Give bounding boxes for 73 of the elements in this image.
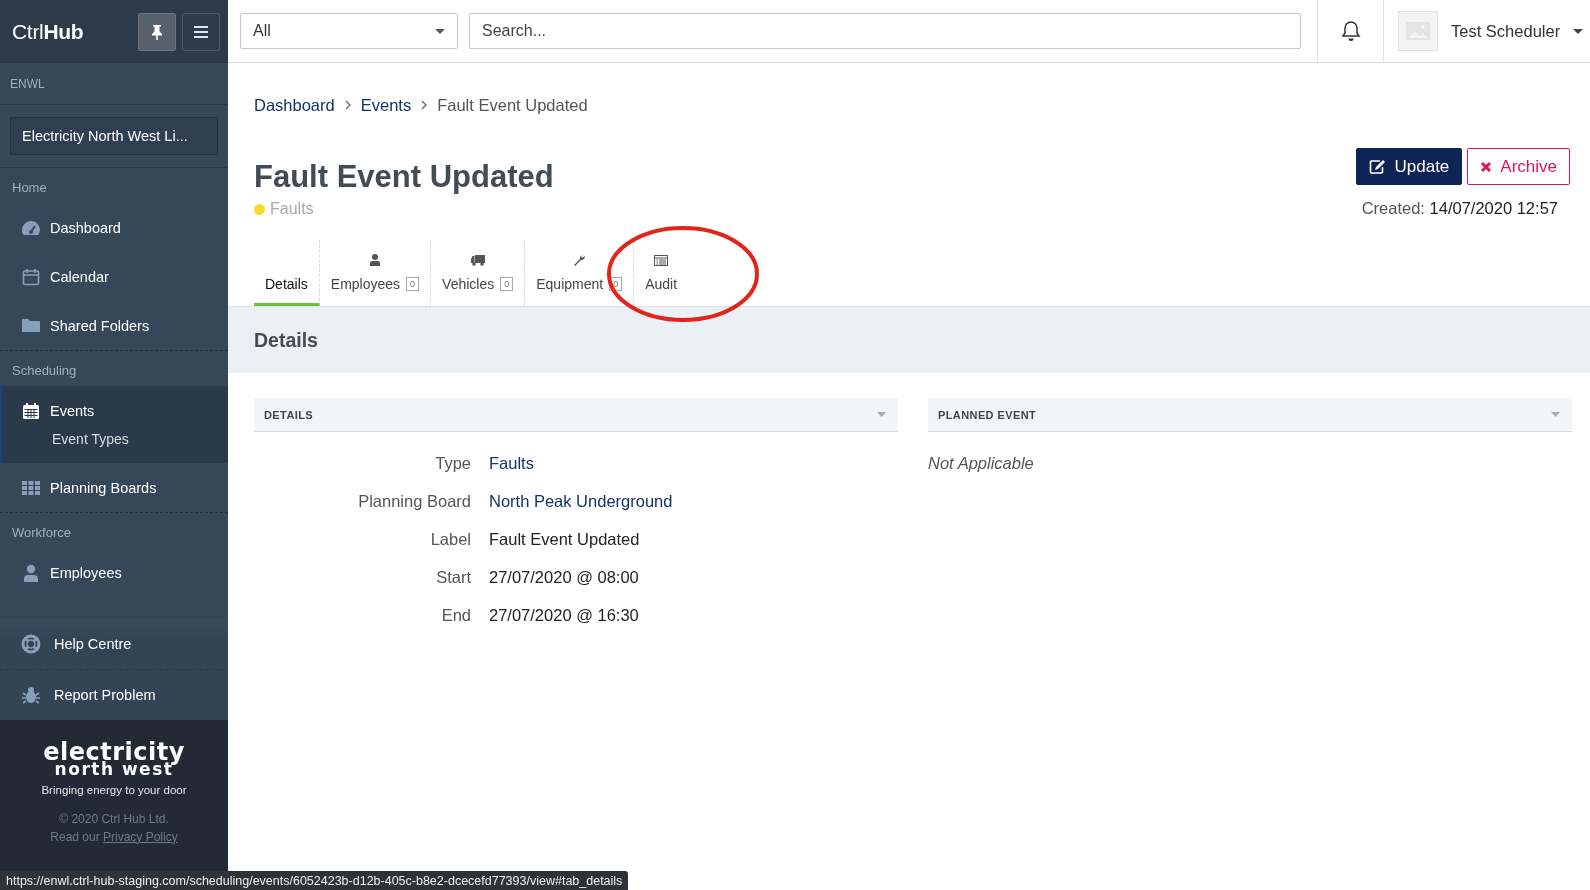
breadcrumb-link[interactable]: Dashboard (254, 95, 335, 115)
field-value: 27/07/2020 @ 16:30 (489, 606, 639, 625)
update-button[interactable]: Update (1356, 148, 1463, 185)
created-label: Created: (1361, 199, 1425, 217)
edit-icon (1369, 159, 1387, 174)
privacy-text: Read our (50, 829, 100, 844)
pin-icon (151, 23, 163, 40)
pin-button[interactable] (138, 12, 176, 51)
field-label: Planning Board (357, 492, 471, 511)
caret-icon (877, 412, 886, 417)
nav-item[interactable]: Shared Folders (0, 301, 228, 350)
lifebuoy-icon (21, 634, 41, 654)
menu-icon (194, 25, 208, 38)
caret-icon (435, 28, 445, 34)
category-label: Faults (270, 200, 314, 218)
grid-icon (21, 480, 41, 495)
list-icon (654, 254, 669, 266)
field-value: Fault Event Updated (489, 530, 640, 549)
panel-header[interactable]: PLANNED EVENT (928, 398, 1572, 432)
chevron-right-icon (421, 100, 428, 110)
created-value: 14/07/2020 12:57 (1429, 199, 1558, 217)
field-label: End (440, 606, 471, 625)
person-icon (21, 563, 41, 582)
page-title: Fault Event Updated (254, 159, 554, 195)
tab[interactable]: Audit (634, 240, 689, 306)
panel-header[interactable]: DETAILS (254, 398, 898, 432)
nav-item[interactable]: Planning Boards (0, 463, 228, 512)
folder-icon (21, 318, 41, 333)
truck-icon (470, 254, 485, 266)
avatar-placeholder-icon (1398, 11, 1438, 51)
user-menu[interactable]: Test Scheduler (1384, 11, 1584, 51)
search-field[interactable]: Search... (469, 13, 1301, 49)
section-heading: Details (254, 328, 318, 352)
nav-item[interactable]: Calendar (0, 252, 228, 301)
nav-item[interactable]: Help Centre (0, 619, 228, 669)
breadcrumb-link[interactable]: Events (360, 95, 412, 115)
count-badge: 0 (500, 277, 514, 291)
nav-item[interactable]: Dashboard (0, 203, 228, 252)
menu-button[interactable] (182, 12, 220, 51)
count-badge: 0 (609, 277, 623, 291)
filter-dropdown[interactable]: All (240, 13, 458, 49)
nav-section-title: Home (11, 180, 48, 197)
tagline: Bringing energy to your door (41, 783, 187, 796)
calendar-icon (21, 267, 41, 286)
field-label: Start (435, 568, 471, 587)
bell-icon[interactable] (1340, 20, 1361, 42)
field-label: Label (429, 530, 471, 549)
empty-note: Not Applicable (928, 454, 1035, 473)
count-badge: 0 (406, 277, 420, 291)
field-value: 27/07/2020 @ 08:00 (489, 568, 639, 587)
calendar-icon (21, 401, 41, 420)
bug-icon (21, 685, 41, 705)
archive-button[interactable]: Archive (1467, 148, 1570, 185)
breadcrumb-current: Fault Event Updated (437, 95, 588, 115)
field-link[interactable]: North Peak Underground (489, 492, 673, 511)
organisation-label: ENWL (10, 76, 45, 91)
chevron-right-icon (344, 100, 351, 110)
nav-section-title: Scheduling (11, 363, 78, 380)
person-icon (369, 254, 380, 266)
field-link[interactable]: Faults (489, 454, 534, 473)
company-logo: electricity north west (43, 742, 185, 777)
copyright-text: © 2020 Ctrl Hub Ltd. (59, 811, 169, 826)
wrench-icon (573, 254, 586, 266)
gauge-icon (21, 219, 41, 236)
organisation-selector[interactable]: Electricity North West Li... (10, 117, 218, 155)
nav-section-title: Workforce (11, 525, 72, 542)
nav-item[interactable]: Employees (0, 548, 228, 597)
caret-icon (1551, 412, 1560, 417)
close-icon (1480, 160, 1493, 173)
app-logo: CtrlHub (12, 19, 84, 44)
status-bar-url: https://enwl.ctrl-hub-staging.com/scheduling/events/6052423b-d12b-405c-b8e2-dcecefd77393/view#tab_details (0, 871, 629, 890)
caret-icon (1573, 28, 1584, 34)
field-label: Type (434, 454, 471, 473)
